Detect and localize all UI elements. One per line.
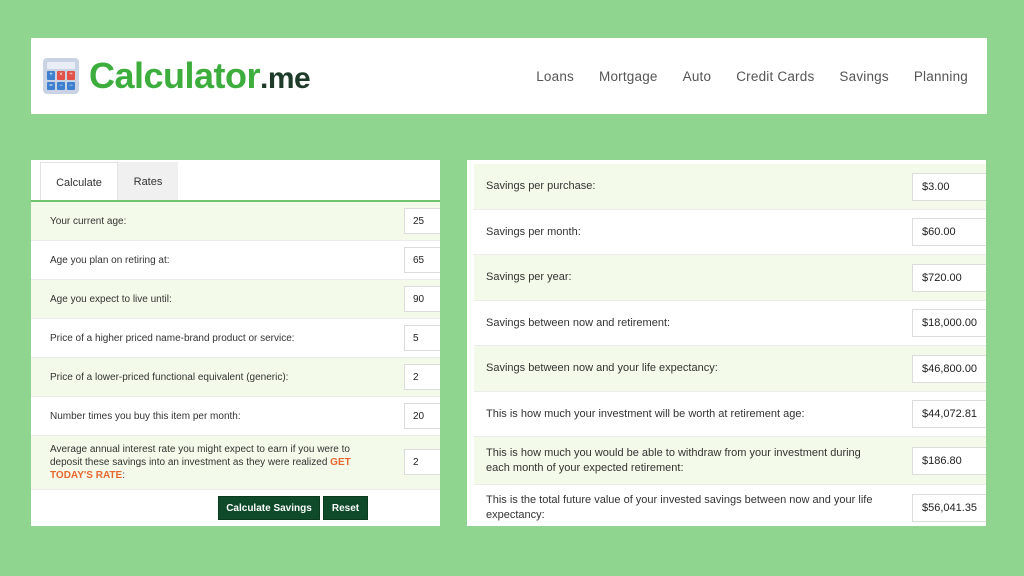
retire-age-input[interactable]: 65 (404, 247, 440, 273)
purchases-per-month-input[interactable]: 20 (404, 403, 440, 429)
generic-price-label: Price of a lower-priced functional equiv… (50, 371, 289, 383)
result-label: Savings per month: (486, 225, 581, 238)
logo-main: Calculator (89, 55, 261, 96)
nav-credit-cards[interactable]: Credit Cards (736, 69, 814, 84)
site-header: + × ÷ = − − Calculator.me Loans Mortgage Aut… (31, 38, 987, 114)
main-nav: Loans Mortgage Auto Credit Cards Savings… (511, 69, 968, 84)
result-row: This is the total future value of your i… (474, 485, 986, 526)
interest-rate-text: Average annual interest rate you might e… (50, 444, 350, 468)
result-label: Savings per purchase: (486, 180, 596, 192)
result-row: This is how much you would be able to wi… (474, 437, 986, 485)
retire-age-row: Age you plan on retiring at: 65 (31, 241, 440, 280)
results-panel: Savings per purchase: $3.00 Savings per … (467, 160, 986, 526)
form-tabs: Calculate Rates (31, 160, 440, 202)
logo-suffix: .me (260, 62, 311, 95)
nav-mortgage[interactable]: Mortgage (599, 69, 658, 84)
result-value: $3.00 (912, 173, 986, 201)
nav-auto[interactable]: Auto (683, 69, 712, 84)
result-value: $56,041.35 (912, 494, 986, 522)
nav-planning[interactable]: Planning (914, 69, 968, 84)
interest-rate-suffix: : (122, 470, 125, 481)
result-label: This is how much you would be able to wi… (486, 446, 861, 474)
result-value: $18,000.00 (912, 309, 986, 337)
brand-price-row: Price of a higher priced name-brand prod… (31, 319, 440, 358)
nav-loans[interactable]: Loans (536, 69, 574, 84)
result-value: $44,072.81 (912, 400, 986, 428)
purchases-per-month-label: Number times you buy this item per month… (50, 410, 241, 422)
form-buttons: Calculate Savings Reset (218, 496, 368, 520)
interest-rate-input[interactable]: 2 (404, 449, 440, 475)
result-row: Savings per month: $60.00 (474, 210, 986, 255)
generic-price-row: Price of a lower-priced functional equiv… (31, 358, 440, 397)
life-expectancy-input[interactable]: 90 (404, 286, 440, 312)
result-row: Savings per purchase: $3.00 (474, 164, 986, 210)
tab-calculate[interactable]: Calculate (40, 162, 118, 202)
result-row: Savings per year: $720.00 (474, 255, 986, 301)
retire-age-label: Age you plan on retiring at: (50, 254, 170, 266)
result-value: $720.00 (912, 264, 986, 292)
tab-rates[interactable]: Rates (118, 162, 178, 202)
life-expectancy-label: Age you expect to live until: (50, 293, 172, 305)
generic-price-input[interactable]: 2 (404, 364, 440, 390)
nav-savings[interactable]: Savings (839, 69, 888, 84)
interest-rate-row: Average annual interest rate you might e… (31, 436, 440, 490)
result-value: $46,800.00 (912, 355, 986, 383)
logo-text: Calculator.me (89, 55, 311, 96)
reset-button[interactable]: Reset (323, 496, 368, 520)
site-logo[interactable]: + × ÷ = − − Calculator.me (43, 55, 311, 96)
result-label: This is how much your investment will be… (486, 407, 805, 420)
result-row: Savings between now and retirement: $18,… (474, 301, 986, 346)
result-label: Savings between now and retirement: (486, 316, 671, 329)
calculator-icon: + × ÷ = − − (43, 58, 79, 94)
result-value: $60.00 (912, 218, 986, 246)
brand-price-label: Price of a higher priced name-brand prod… (50, 332, 295, 344)
result-row: This is how much your investment will be… (474, 392, 986, 437)
result-label: Savings per year: (486, 271, 572, 283)
result-row: Savings between now and your life expect… (474, 346, 986, 392)
current-age-row: Your current age: 25 (31, 202, 440, 241)
interest-rate-label: Average annual interest rate you might e… (50, 443, 370, 482)
life-expectancy-row: Age you expect to live until: 90 (31, 280, 440, 319)
result-value: $186.80 (912, 447, 986, 475)
current-age-input[interactable]: 25 (404, 208, 440, 234)
purchases-per-month-row: Number times you buy this item per month… (31, 397, 440, 436)
result-label: This is the total future value of your i… (486, 494, 873, 521)
brand-price-input[interactable]: 5 (404, 325, 440, 351)
calculate-savings-button[interactable]: Calculate Savings (218, 496, 320, 520)
result-label: Savings between now and your life expect… (486, 362, 718, 374)
current-age-label: Your current age: (50, 215, 127, 227)
calculator-form: Calculate Rates Your current age: 25 Age… (31, 160, 440, 526)
